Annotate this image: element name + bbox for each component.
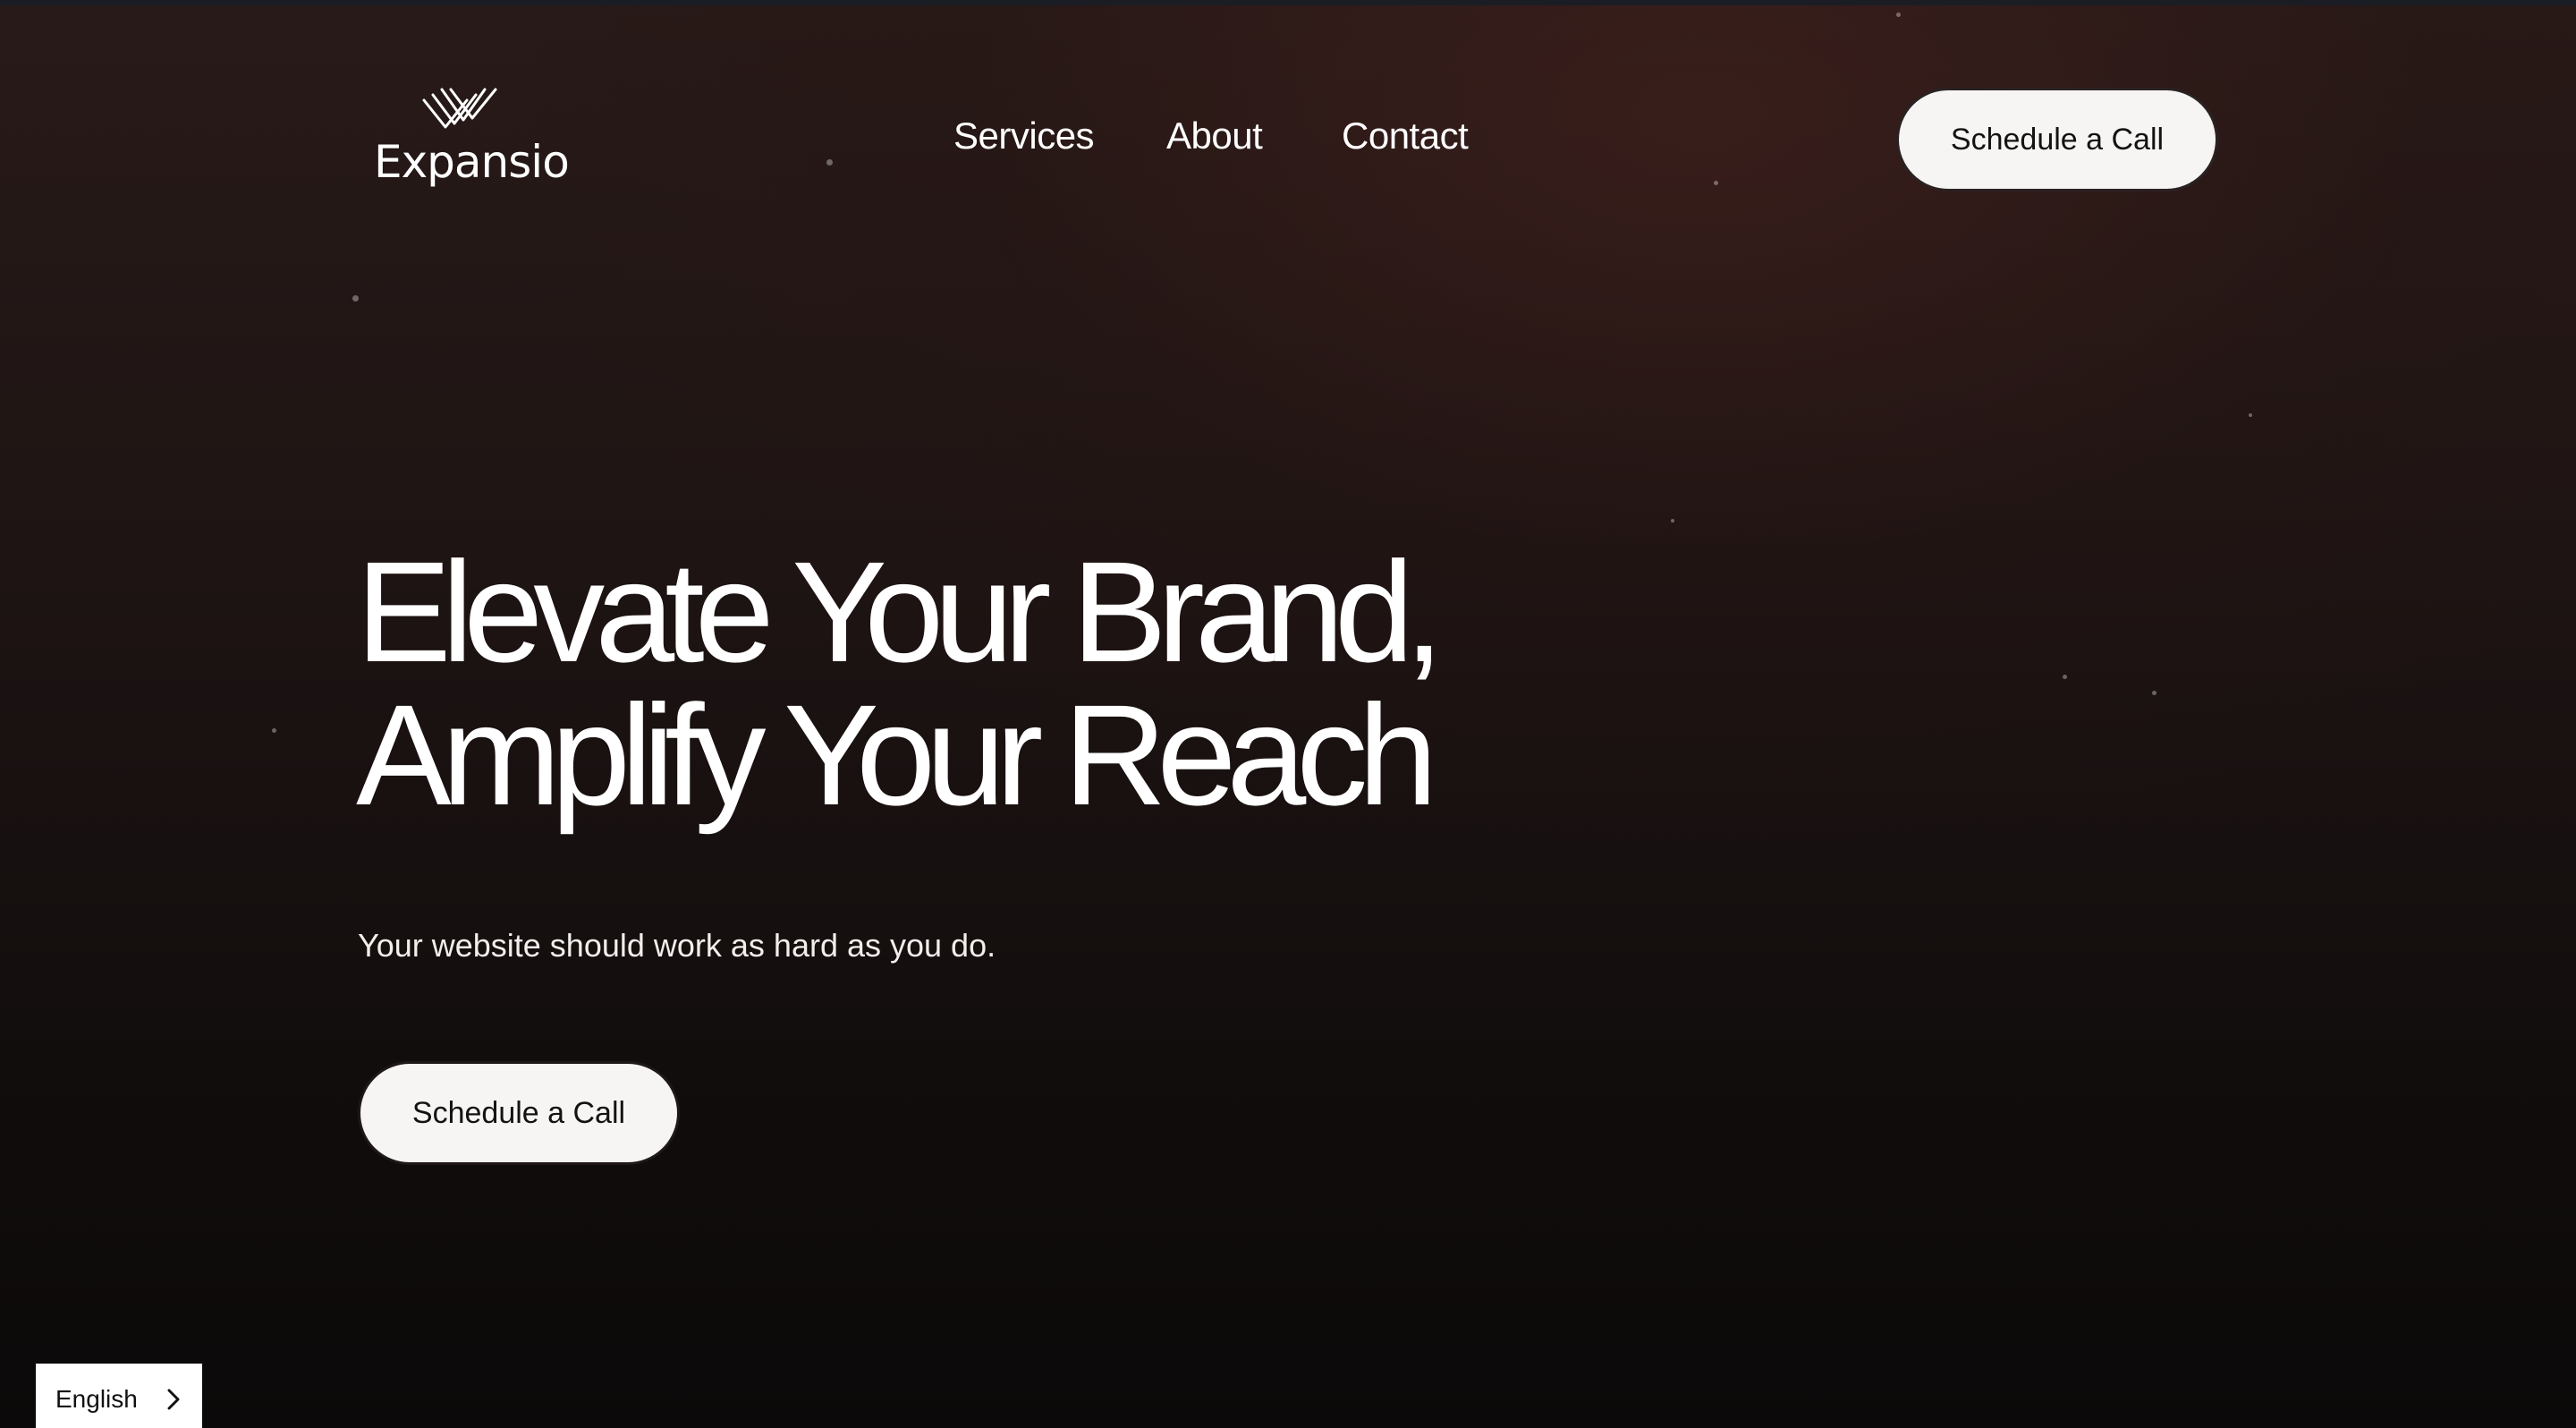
hero-title: Elevate Your Brand, Amplify Your Reach (356, 531, 1444, 835)
chevron-stack-icon (422, 88, 497, 129)
background-speck (1671, 519, 1674, 523)
background-speck (1896, 13, 1901, 17)
hero-schedule-call-button[interactable]: Schedule a Call (358, 1061, 680, 1165)
background-speck (826, 159, 833, 166)
background-speck (272, 728, 276, 733)
hero-title-line-2: Amplify Your Reach (356, 675, 1437, 835)
header-schedule-call-button[interactable]: Schedule a Call (1896, 88, 2218, 191)
background-speck (352, 295, 359, 302)
hero-title-line-1: Elevate Your Brand, (356, 531, 1444, 692)
page-background: Expansio Services About Contact Schedule… (0, 0, 2576, 1428)
background-speck (1714, 181, 1718, 185)
nav-item-contact[interactable]: Contact (1342, 115, 1469, 157)
background-speck (2063, 675, 2067, 679)
nav-item-about[interactable]: About (1166, 115, 1263, 157)
background-speck (2152, 691, 2157, 695)
language-selector-value: English (55, 1385, 138, 1413)
language-selector[interactable]: English (36, 1364, 202, 1428)
brand-name: Expansio (374, 136, 570, 188)
brand-logo[interactable]: Expansio (374, 88, 570, 195)
hero-subtitle: Your website should work as hard as you … (358, 927, 996, 964)
nav-item-services[interactable]: Services (953, 115, 1095, 157)
chevron-right-icon (167, 1389, 180, 1410)
background-speck (2249, 413, 2252, 417)
